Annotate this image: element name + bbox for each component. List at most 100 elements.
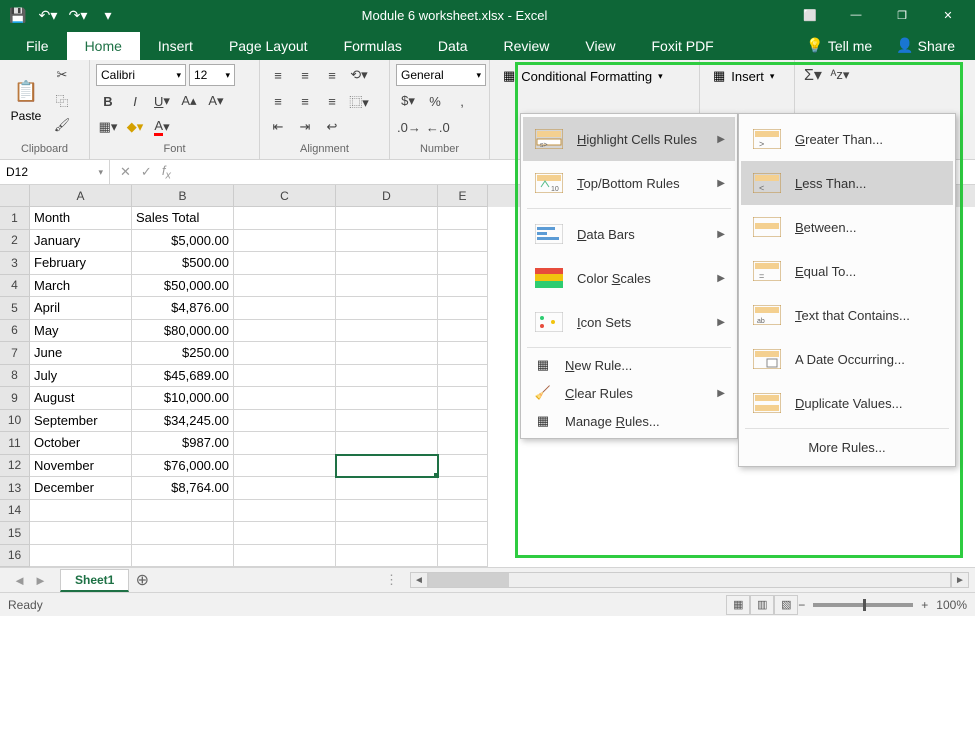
orientation-icon[interactable]: ⟲▾	[347, 64, 371, 86]
decrease-font-icon[interactable]: A▾	[204, 90, 228, 112]
align-bottom-icon[interactable]: ≡	[320, 64, 344, 86]
cell[interactable]	[132, 522, 234, 545]
cell[interactable]: January	[30, 230, 132, 253]
cell[interactable]: $50,000.00	[132, 275, 234, 298]
tab-page-layout[interactable]: Page Layout	[211, 32, 326, 60]
percent-format-icon[interactable]: %	[423, 90, 447, 112]
cell[interactable]	[234, 365, 336, 388]
cell[interactable]	[336, 522, 438, 545]
menu-duplicate-values[interactable]: Duplicate Values...	[741, 381, 953, 425]
page-layout-view-icon[interactable]: ▥	[750, 595, 774, 615]
decrease-decimal-icon[interactable]: ←.0	[425, 116, 451, 138]
cell[interactable]	[336, 500, 438, 523]
menu-greater-than[interactable]: > Greater Than...	[741, 117, 953, 161]
cell[interactable]	[438, 545, 488, 568]
cut-icon[interactable]: ✂	[50, 64, 74, 86]
merge-center-icon[interactable]: ⿴▾	[347, 90, 371, 112]
ribbon-display-options-icon[interactable]: ⬜	[787, 0, 833, 30]
row-header[interactable]: 11	[0, 432, 30, 455]
cell[interactable]	[336, 230, 438, 253]
cell[interactable]	[234, 230, 336, 253]
select-all-corner[interactable]	[0, 185, 30, 207]
cell[interactable]	[234, 410, 336, 433]
cell[interactable]	[234, 320, 336, 343]
align-middle-icon[interactable]: ≡	[293, 64, 317, 86]
cell[interactable]	[336, 455, 438, 478]
row-header[interactable]: 15	[0, 522, 30, 545]
row-header[interactable]: 12	[0, 455, 30, 478]
cell[interactable]	[30, 522, 132, 545]
copy-icon[interactable]: ⿻	[50, 89, 74, 111]
row-header[interactable]: 8	[0, 365, 30, 388]
cell[interactable]	[234, 455, 336, 478]
menu-color-scales[interactable]: Color Scales ▶	[523, 256, 735, 300]
border-button[interactable]: ▦▾	[96, 116, 120, 138]
tell-me[interactable]: 💡Tell me	[794, 31, 884, 60]
share-button[interactable]: 👤Share	[884, 31, 967, 60]
cell[interactable]	[234, 275, 336, 298]
menu-equal-to[interactable]: = Equal To...	[741, 249, 953, 293]
row-header[interactable]: 3	[0, 252, 30, 275]
cell[interactable]: $80,000.00	[132, 320, 234, 343]
menu-top-bottom-rules[interactable]: 10 Top/Bottom Rules ▶	[523, 161, 735, 205]
tab-data[interactable]: Data	[420, 32, 486, 60]
font-size-combo[interactable]: 12▾	[189, 64, 235, 86]
cell[interactable]: $76,000.00	[132, 455, 234, 478]
format-painter-icon[interactable]: 🖌	[50, 114, 74, 136]
font-color-button[interactable]: A▾	[150, 116, 174, 138]
cell[interactable]: November	[30, 455, 132, 478]
cell[interactable]	[234, 342, 336, 365]
cell[interactable]	[438, 320, 488, 343]
menu-manage-rules[interactable]: ▦ Manage Rules...	[523, 407, 735, 435]
cell[interactable]	[234, 252, 336, 275]
horizontal-scrollbar[interactable]	[428, 572, 951, 588]
cell[interactable]: $5,000.00	[132, 230, 234, 253]
row-header[interactable]: 1	[0, 207, 30, 230]
align-right-icon[interactable]: ≡	[320, 90, 344, 112]
row-header[interactable]: 6	[0, 320, 30, 343]
cell[interactable]	[438, 207, 488, 230]
normal-view-icon[interactable]: ▦	[726, 595, 750, 615]
row-header[interactable]: 9	[0, 387, 30, 410]
cell[interactable]: $4,876.00	[132, 297, 234, 320]
cell[interactable]	[438, 500, 488, 523]
cell[interactable]	[438, 230, 488, 253]
scroll-left-icon[interactable]: ◄	[410, 572, 428, 588]
row-header[interactable]: 14	[0, 500, 30, 523]
decrease-indent-icon[interactable]: ⇤	[266, 116, 290, 138]
tab-formulas[interactable]: Formulas	[326, 32, 420, 60]
cell[interactable]: $8,764.00	[132, 477, 234, 500]
cell[interactable]	[438, 455, 488, 478]
autosum-icon[interactable]: Σ▾	[801, 64, 825, 86]
cell[interactable]	[438, 252, 488, 275]
increase-decimal-icon[interactable]: .0→	[396, 116, 422, 138]
cell[interactable]	[438, 365, 488, 388]
menu-data-bars[interactable]: Data Bars ▶	[523, 212, 735, 256]
sheet-tab[interactable]: Sheet1	[60, 569, 129, 592]
cell[interactable]	[336, 432, 438, 455]
cell[interactable]	[438, 275, 488, 298]
row-header[interactable]: 4	[0, 275, 30, 298]
zoom-in-icon[interactable]: +	[921, 598, 928, 612]
sheet-next-icon[interactable]: ►	[34, 573, 47, 588]
cell[interactable]	[234, 297, 336, 320]
cell[interactable]: $250.00	[132, 342, 234, 365]
zoom-level[interactable]: 100%	[936, 598, 967, 612]
cell[interactable]: April	[30, 297, 132, 320]
cell[interactable]	[336, 207, 438, 230]
wrap-text-icon[interactable]: ↩	[320, 116, 344, 138]
menu-date-occurring[interactable]: A Date Occurring...	[741, 337, 953, 381]
cell[interactable]	[438, 342, 488, 365]
menu-highlight-cells-rules[interactable]: s> Highlight Cells Rules ▶	[523, 117, 735, 161]
cell[interactable]: $45,689.00	[132, 365, 234, 388]
cell[interactable]: Sales Total	[132, 207, 234, 230]
sort-filter-icon[interactable]: ᴬz▾	[828, 64, 852, 86]
cell[interactable]	[30, 545, 132, 568]
menu-clear-rules[interactable]: 🧹 Clear Rules ▶	[523, 379, 735, 407]
italic-button[interactable]: I	[123, 90, 147, 112]
cell[interactable]	[234, 545, 336, 568]
cell[interactable]	[438, 410, 488, 433]
cell[interactable]	[336, 342, 438, 365]
cell[interactable]: $500.00	[132, 252, 234, 275]
increase-font-icon[interactable]: A▴	[177, 90, 201, 112]
